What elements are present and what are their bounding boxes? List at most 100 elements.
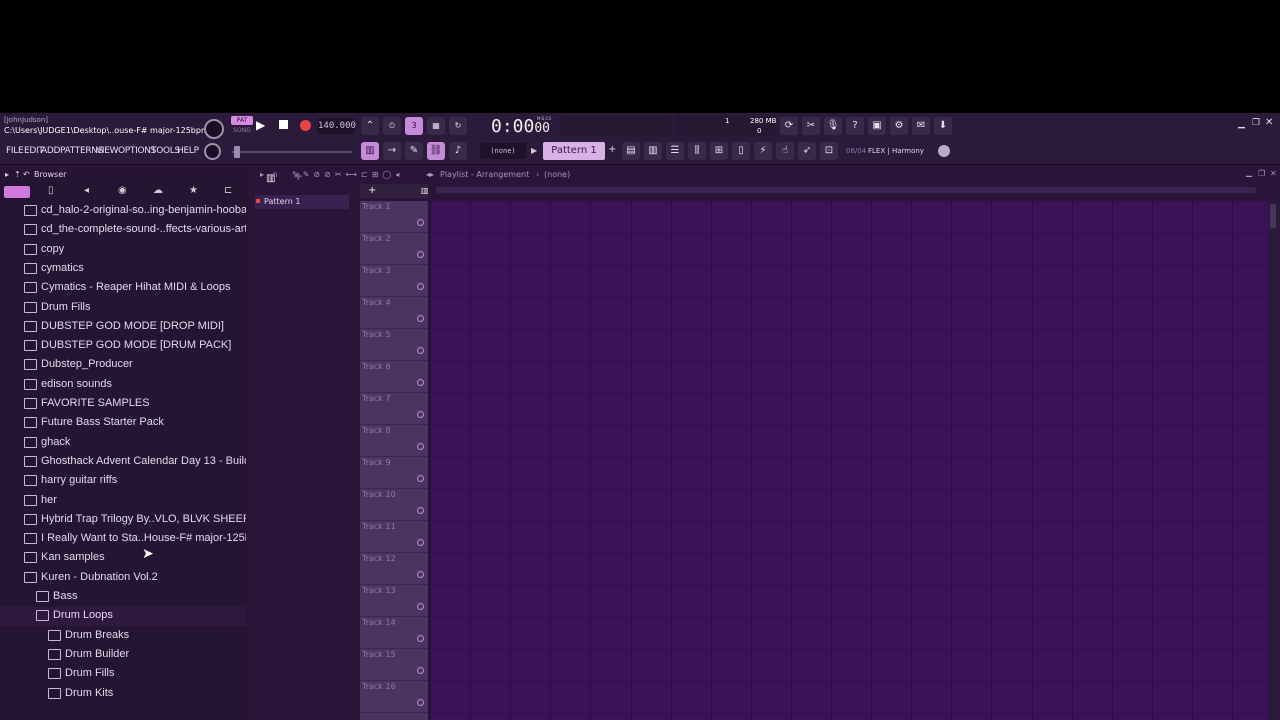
track-mute-icon[interactable] <box>417 315 424 322</box>
speaker-tab-icon[interactable]: ◂ <box>84 185 89 196</box>
menu-help[interactable]: HELP <box>177 146 199 156</box>
add-pattern-icon[interactable]: + <box>608 144 616 155</box>
track-header[interactable]: Track 14 <box>360 617 428 649</box>
minimize-icon[interactable]: ▁ <box>1238 119 1245 129</box>
all-files-tab[interactable] <box>4 186 30 198</box>
track-header[interactable]: Track 9 <box>360 457 428 489</box>
help-icon[interactable]: ? <box>846 117 864 135</box>
chat-icon[interactable]: ✉ <box>912 117 930 135</box>
track-header[interactable]: Track 4 <box>360 297 428 329</box>
browser-tree-icon[interactable]: ⊞ <box>710 142 728 160</box>
record-icon[interactable] <box>300 120 311 131</box>
track-mute-icon[interactable] <box>417 667 424 674</box>
track-header[interactable]: Track 11 <box>360 521 428 553</box>
wait-record-icon[interactable]: ⏲ <box>383 117 401 135</box>
save-icon[interactable]: ▣ <box>868 117 886 135</box>
browser-item[interactable]: cd_halo-2-original-so..ing-benjamin-hoob… <box>0 202 246 221</box>
track-header[interactable]: Track 10 <box>360 489 428 521</box>
browser-item[interactable]: copy <box>0 241 246 260</box>
browser-item[interactable]: ghack <box>0 434 246 453</box>
files-tab-icon[interactable]: ▯ <box>48 185 54 196</box>
track-header[interactable]: Track 1 <box>360 201 428 233</box>
channel-rack-icon[interactable]: ☰ <box>666 142 684 160</box>
master-volume-knob[interactable] <box>204 119 224 139</box>
menu-tools[interactable]: TOOLS <box>151 146 180 156</box>
browser-item[interactable]: cd_the-complete-sound-..ffects-various-a… <box>0 221 246 240</box>
playlist-minimize-icon[interactable]: ▁ <box>1246 168 1252 177</box>
playlist-magnet-icon[interactable]: ∩ <box>272 170 278 179</box>
loop-record-icon[interactable]: ↻ <box>449 117 467 135</box>
track-mute-icon[interactable] <box>417 411 424 418</box>
browser-item[interactable]: Kuren - Dubnation Vol.2 <box>0 569 246 588</box>
horizontal-scrollbar[interactable] <box>436 187 1256 193</box>
browser-item[interactable]: FAVORITE SAMPLES <box>0 395 246 414</box>
track-header[interactable]: Track 6 <box>360 361 428 393</box>
browser-item[interactable]: harry guitar riffs <box>0 472 246 491</box>
track-mute-icon[interactable] <box>417 283 424 290</box>
tag-tab-icon[interactable]: ⊏ <box>224 185 232 196</box>
track-mute-icon[interactable] <box>417 347 424 354</box>
track-header[interactable]: Track 13 <box>360 585 428 617</box>
metronome-icon[interactable]: ⌃ <box>361 117 379 135</box>
playlist-restore-icon[interactable]: ❐ <box>1258 169 1265 178</box>
track-header[interactable]: Track 8 <box>360 425 428 457</box>
cart-icon[interactable]: ⊡ <box>820 142 838 160</box>
pattern-item-1[interactable]: Pattern 1 <box>255 195 349 209</box>
track-mute-icon[interactable] <box>417 219 424 226</box>
arrow-icon[interactable]: → <box>383 142 401 160</box>
touch-icon[interactable]: ☝ <box>776 142 794 160</box>
maximize-icon[interactable]: ❐ <box>1252 118 1260 128</box>
cut-icon[interactable]: ✂ <box>802 117 820 135</box>
playlist-arrow-icon[interactable]: ▸ <box>260 170 264 179</box>
browser-item[interactable]: Drum Builder <box>0 646 246 665</box>
browser-item[interactable]: edison sounds <box>0 376 246 395</box>
browser-item[interactable]: Drum Kits <box>0 685 246 704</box>
refresh-icon[interactable]: ⟳ <box>780 117 798 135</box>
browser-item[interactable]: Kan samples <box>0 549 246 568</box>
track-mute-icon[interactable] <box>417 699 424 706</box>
browser-item[interactable]: DUBSTEP GOD MODE [DRUM PACK] <box>0 337 246 356</box>
master-pitch-knob[interactable] <box>204 143 221 160</box>
track-mute-icon[interactable] <box>417 603 424 610</box>
link-icon[interactable]: ⛓ <box>427 142 445 160</box>
playlist-grid[interactable] <box>430 201 1268 720</box>
browser-item[interactable]: Ghosthack Advent Calendar Day 13 - Build… <box>0 453 246 472</box>
browser-back-icon[interactable]: ↶ <box>23 170 30 179</box>
track-mute-icon[interactable] <box>417 251 424 258</box>
track-header[interactable]: Track 3 <box>360 265 428 297</box>
track-mute-icon[interactable] <box>417 539 424 546</box>
browser-item[interactable]: Dubstep_Producer <box>0 356 246 375</box>
browser-item[interactable]: Drum Loops <box>0 607 246 627</box>
menu-view[interactable]: VIEW <box>96 146 119 156</box>
playlist-close-icon[interactable]: ✕ <box>1270 169 1277 178</box>
track-mute-icon[interactable] <box>417 475 424 482</box>
track-header[interactable]: Track 5 <box>360 329 428 361</box>
master-slider-handle[interactable] <box>234 146 240 158</box>
track-header[interactable]: Track 15 <box>360 649 428 681</box>
sync-icon[interactable]: ➶ <box>798 142 816 160</box>
pattern-selector[interactable]: Pattern 1 <box>543 142 605 160</box>
browser-item[interactable]: her <box>0 492 246 511</box>
piano-icon[interactable]: ▥ <box>644 142 662 160</box>
track-mute-icon[interactable] <box>417 571 424 578</box>
track-mute-icon[interactable] <box>417 507 424 514</box>
play-icon[interactable]: ▶ <box>256 118 265 132</box>
browser-item[interactable]: Drum Fills <box>0 299 246 318</box>
browser-item[interactable]: Drum Fills <box>0 665 246 684</box>
track-header[interactable]: Track 2 <box>360 233 428 265</box>
download-icon[interactable]: ⬇ <box>934 117 952 135</box>
playlist-icon[interactable]: ▤ <box>622 142 640 160</box>
vertical-scroll-thumb[interactable] <box>1270 204 1276 228</box>
plugin-tab-icon[interactable]: ◉ <box>118 185 127 196</box>
track-header[interactable]: Track 7 <box>360 393 428 425</box>
master-slider[interactable] <box>232 151 352 153</box>
track-mute-icon[interactable] <box>417 379 424 386</box>
playlist-speaker-icon[interactable]: ◂▸ <box>426 170 434 179</box>
snap-select[interactable]: (none) <box>480 143 526 159</box>
browser-up-icon[interactable]: ⇡ <box>14 170 21 179</box>
track-mute-icon[interactable] <box>417 635 424 642</box>
pat-mode-button[interactable]: PAT <box>231 116 253 125</box>
stop-icon[interactable] <box>279 120 288 129</box>
browser-item[interactable]: Cymatics - Reaper Hihat MIDI & Loops <box>0 279 246 298</box>
browser-item[interactable]: Drum Breaks <box>0 627 246 646</box>
